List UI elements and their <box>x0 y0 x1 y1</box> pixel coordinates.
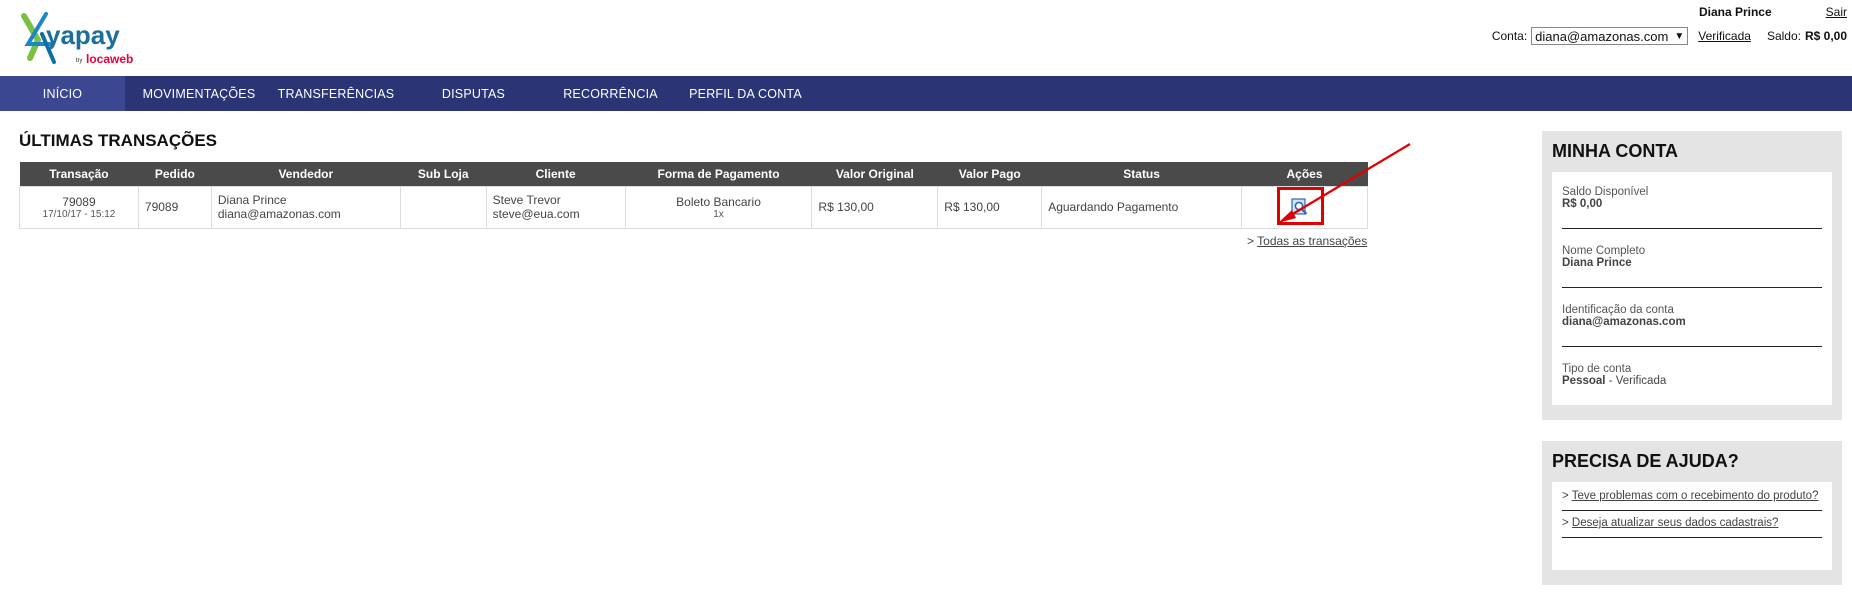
logo-text: yapay <box>46 20 120 50</box>
help-panel-body: > Teve problemas com o recebimento do pr… <box>1552 482 1832 570</box>
col-transacao: Transação <box>19 162 139 186</box>
nav-item-inicio[interactable]: INÍCIO <box>0 76 125 111</box>
main-nav: INÍCIO MOVIMENTAÇÕES TRANSFERÊNCIAS DISP… <box>0 76 1852 111</box>
info-saldo: Saldo Disponível R$ 0,00 <box>1562 178 1822 229</box>
svg-text:by: by <box>76 58 82 64</box>
col-cliente: Cliente <box>486 162 626 186</box>
table-row: 79089 17/10/17 - 15:12 79089 Diana Princ… <box>19 185 1368 229</box>
transaction-date: 17/10/17 - 15:12 <box>42 208 116 220</box>
account-panel: MINHA CONTA Saldo Disponível R$ 0,00 Nom… <box>1542 131 1842 420</box>
col-sub-loja: Sub Loja <box>400 162 487 186</box>
user-name: Diana Prince <box>1698 5 1772 19</box>
info-tipo: Tipo de conta Pessoal - Verificada <box>1562 355 1822 406</box>
balance-label: Saldo: <box>1766 29 1801 43</box>
cell-pedido: 79089 <box>137 185 212 229</box>
cell-cliente: Steve Trevor steve@eua.com <box>485 185 626 229</box>
col-valor-pago: Valor Pago <box>937 162 1042 186</box>
account-select-value: diana@amazonas.com <box>1535 28 1669 44</box>
client-email: steve@eua.com <box>492 207 580 221</box>
help-link-recebimento[interactable]: Teve problemas com o recebimento do prod… <box>1572 490 1819 502</box>
col-vendedor: Vendedor <box>211 162 401 186</box>
nome-value: Diana Prince <box>1562 257 1632 269</box>
account-panel-body: Saldo Disponível R$ 0,00 Nome Completo D… <box>1552 172 1832 405</box>
transactions-table: Transação Pedido Vendedor Sub Loja Clien… <box>19 162 1368 229</box>
cell-transacao: 79089 17/10/17 - 15:12 <box>19 185 139 229</box>
verified-link[interactable]: Verificada <box>1698 29 1751 43</box>
header: yapay by locaweb Diana Prince Sair Conta… <box>0 0 1852 76</box>
annotation-arrow-icon <box>1278 143 1411 223</box>
user-bar: Diana Prince Sair <box>1699 4 1847 20</box>
caret-down-icon: ▼ <box>1674 30 1685 42</box>
cell-forma-pagamento: Boleto Bancario 1x <box>624 185 813 229</box>
page-title: ÚLTIMAS TRANSAÇÕES <box>19 131 218 150</box>
yapay-logo[interactable]: yapay by locaweb <box>20 10 160 70</box>
logout-link[interactable]: Sair <box>1826 5 1847 19</box>
table-header-row: Transação Pedido Vendedor Sub Loja Clien… <box>19 162 1368 186</box>
cell-valor-pago: R$ 130,00 <box>937 185 1043 229</box>
nav-item-recorrencia[interactable]: RECORRÊNCIA <box>548 76 673 111</box>
logo-tagline: locaweb <box>86 52 133 66</box>
account-select[interactable]: diana@amazonas.com ▼ <box>1531 27 1689 45</box>
info-identificacao: Identificação da conta diana@amazonas.co… <box>1562 296 1822 347</box>
cell-status: Aguardando Pagamento <box>1041 185 1243 229</box>
tipo-value: Pessoal - Verificada <box>1562 375 1667 387</box>
id-value: diana@amazonas.com <box>1562 316 1686 328</box>
balance-value: R$ 0,00 <box>1804 29 1847 43</box>
nav-item-perfil[interactable]: PERFIL DA CONTA <box>673 76 818 111</box>
account-label: Conta: <box>1491 29 1528 43</box>
client-name: Steve Trevor <box>492 193 561 207</box>
seller-name: Diana Prince <box>217 193 287 207</box>
seller-email: diana@amazonas.com <box>217 207 341 221</box>
cell-sub-loja <box>399 185 487 229</box>
cell-vendedor: Diana Prince diana@amazonas.com <box>210 185 401 229</box>
help-panel-title: PRECISA DE AJUDA? <box>1552 451 1739 471</box>
all-transactions-link[interactable]: Todas as transações <box>1257 234 1367 248</box>
nav-item-movimentacoes[interactable]: MOVIMENTAÇÕES <box>125 76 273 111</box>
help-item: > Deseja atualizar seus dados cadastrais… <box>1562 511 1822 538</box>
account-bar: Conta: diana@amazonas.com ▼ Verificada S… <box>1492 27 1847 45</box>
saldo-value: R$ 0,00 <box>1562 198 1603 210</box>
nav-item-transferencias[interactable]: TRANSFERÊNCIAS <box>273 76 399 111</box>
info-nome: Nome Completo Diana Prince <box>1562 237 1822 288</box>
help-item: > Teve problemas com o recebimento do pr… <box>1562 484 1822 511</box>
cell-valor-original: R$ 130,00 <box>811 185 939 229</box>
payment-method: Boleto Bancario <box>676 194 761 209</box>
installments: 1x <box>713 208 724 220</box>
all-transactions: > Todas as transações <box>1247 234 1368 248</box>
col-status: Status <box>1041 162 1242 186</box>
transaction-id: 79089 <box>62 194 96 209</box>
nav-item-disputas[interactable]: DISPUTAS <box>399 76 548 111</box>
col-pedido: Pedido <box>138 162 212 186</box>
col-valor-original: Valor Original <box>811 162 938 186</box>
account-panel-title: MINHA CONTA <box>1552 141 1678 161</box>
help-panel: PRECISA DE AJUDA? > Teve problemas com o… <box>1542 441 1842 585</box>
col-forma-pagamento: Forma de Pagamento <box>625 162 812 186</box>
help-link-dados-cadastrais[interactable]: Deseja atualizar seus dados cadastrais? <box>1572 517 1778 529</box>
